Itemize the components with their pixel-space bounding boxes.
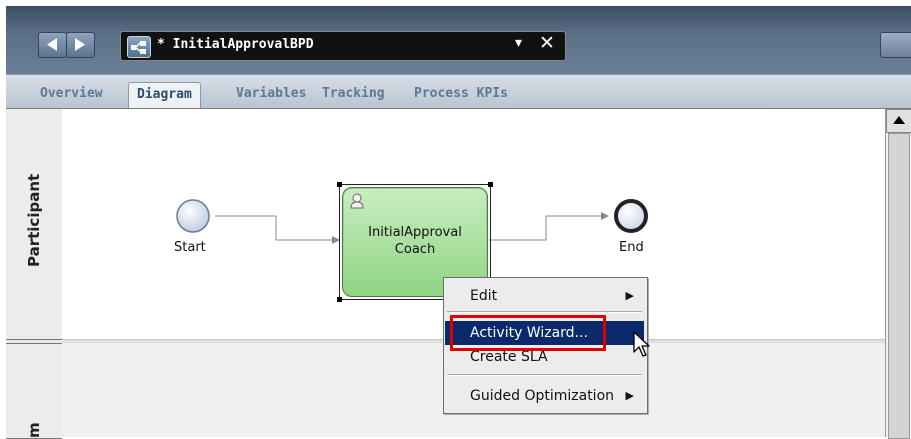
tab-bar: Overview Diagram Variables Tracking Proc… — [6, 74, 911, 110]
submenu-arrow-icon: ▶ — [625, 289, 634, 302]
highlight-annotation — [450, 315, 606, 351]
vertical-scrollbar[interactable] — [885, 109, 911, 439]
document-title: * InitialApprovalBPD — [157, 37, 314, 52]
arrow-left-icon — [47, 38, 57, 51]
resize-handle[interactable] — [337, 182, 342, 187]
tab-overview[interactable]: Overview — [40, 82, 103, 109]
tab-process-kpis[interactable]: Process KPIs — [414, 82, 508, 109]
start-event — [176, 199, 210, 233]
mouse-cursor-icon — [633, 331, 650, 357]
process-diagram-icon — [127, 36, 151, 58]
tab-variables[interactable]: Variables — [236, 82, 306, 109]
activity-label-line2: Coach — [394, 242, 436, 257]
chevron-down-icon[interactable]: ▾ — [515, 35, 522, 51]
close-icon[interactable]: ✕ — [539, 32, 555, 54]
scrollbar-thumb[interactable] — [888, 133, 910, 439]
resize-handle[interactable] — [337, 297, 342, 302]
activity-label: InitialApproval Coach — [343, 224, 487, 258]
menu-item-label: Guided Optimization — [470, 388, 615, 404]
arrow-up-icon — [893, 116, 905, 124]
menu-item-guided-optimization[interactable]: Guided Optimization ▶ — [445, 384, 644, 408]
toolbar-right-button[interactable] — [880, 32, 911, 58]
submenu-arrow-icon: ▶ — [625, 389, 634, 402]
menu-item-label: Edit — [470, 288, 498, 304]
user-icon — [350, 193, 364, 209]
forward-button[interactable] — [66, 32, 95, 58]
flow-start-to-task — [215, 215, 340, 244]
menu-separator — [447, 374, 642, 376]
scroll-up-button[interactable] — [886, 109, 911, 133]
menu-item-edit[interactable]: Edit ▶ — [445, 284, 644, 308]
end-event-label: End — [619, 240, 644, 255]
document-selector[interactable]: * InitialApprovalBPD ▾ ✕ — [120, 31, 566, 61]
arrow-right-icon — [75, 38, 85, 51]
editor-toolbar: * InitialApprovalBPD ▾ ✕ — [6, 6, 911, 74]
back-button[interactable] — [38, 32, 67, 58]
activity-label-line1: InitialApproval — [368, 225, 462, 240]
flow-task-to-end — [489, 212, 609, 241]
tab-diagram[interactable]: Diagram — [128, 82, 201, 110]
resize-handle[interactable] — [488, 182, 493, 187]
menu-separator — [447, 311, 642, 313]
end-event — [614, 199, 648, 233]
tab-tracking[interactable]: Tracking — [322, 82, 385, 109]
start-event-label: Start — [174, 240, 206, 255]
